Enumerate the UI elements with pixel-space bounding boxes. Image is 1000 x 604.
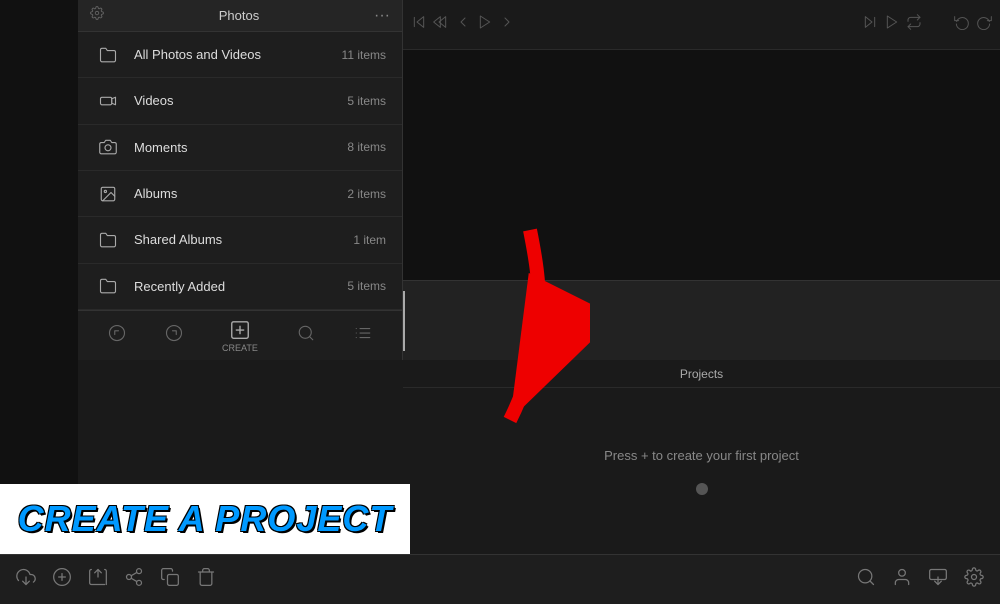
- loop-icon[interactable]: [906, 14, 922, 35]
- play-range-icon[interactable]: [884, 14, 900, 35]
- folder-recent-icon: [94, 277, 122, 295]
- list-view-icon[interactable]: [354, 324, 372, 347]
- undo-icon[interactable]: [954, 14, 970, 35]
- sidebar-item-all-photos[interactable]: All Photos and Videos 11 items: [78, 32, 402, 78]
- projects-empty-state: Press + to create your first project: [403, 388, 1000, 554]
- sidebar: Photos ··· All Photos and Videos 11 item…: [78, 0, 403, 310]
- album-icon: [94, 185, 122, 203]
- redo-icon[interactable]: [976, 14, 992, 35]
- sidebar-item-label: Albums: [134, 186, 347, 201]
- folder-icon: [94, 46, 122, 64]
- search-icon[interactable]: [297, 324, 315, 347]
- bottom-toolbar-right: [856, 567, 984, 592]
- bottom-toolbar-left: [16, 567, 216, 592]
- sidebar-item-videos[interactable]: Videos 5 items: [78, 78, 402, 124]
- add-icon[interactable]: [52, 567, 72, 592]
- create-label: CREATE: [222, 343, 258, 353]
- sidebar-item-albums[interactable]: Albums 2 items: [78, 171, 402, 217]
- sidebar-item-count: 1 item: [353, 233, 386, 247]
- bottom-toolbar: [0, 554, 1000, 604]
- sidebar-item-shared-albums[interactable]: Shared Albums 1 item: [78, 217, 402, 263]
- sidebar-item-label: Moments: [134, 140, 347, 155]
- share-icon[interactable]: [124, 567, 144, 592]
- projects-tab-bar: Projects: [403, 360, 1000, 388]
- download-icon[interactable]: [928, 567, 948, 592]
- projects-area: Projects Press + to create your first pr…: [403, 360, 1000, 554]
- ellipsis-icon[interactable]: ···: [374, 7, 390, 25]
- video-icon: [94, 92, 122, 110]
- skip-to-start-icon[interactable]: [411, 14, 427, 35]
- sidebar-item-recently-added[interactable]: Recently Added 5 items: [78, 264, 402, 310]
- settings-icon[interactable]: [964, 567, 984, 592]
- sidebar-item-label: Recently Added: [134, 279, 347, 294]
- duplicate-icon[interactable]: [160, 567, 180, 592]
- playback-toolbar: [403, 0, 1000, 50]
- projects-tab[interactable]: Projects: [680, 367, 723, 381]
- export-icon[interactable]: [88, 567, 108, 592]
- sidebar-item-count: 5 items: [347, 94, 386, 108]
- frame-forward-icon[interactable]: [499, 14, 515, 35]
- empty-state-text: Press + to create your first project: [604, 448, 799, 463]
- sidebar-item-moments[interactable]: Moments 8 items: [78, 125, 402, 171]
- create-project-banner: CREATE A PROJECT: [0, 484, 410, 554]
- search-bottom-icon[interactable]: [856, 567, 876, 592]
- delete-icon[interactable]: [196, 567, 216, 592]
- sidebar-item-count: 11 items: [342, 48, 386, 62]
- redo-circle-icon[interactable]: [165, 324, 183, 347]
- create-project-text: CREATE A PROJECT: [18, 498, 393, 540]
- sidebar-item-label: All Photos and Videos: [134, 47, 342, 62]
- sidebar-title: Photos: [104, 8, 374, 23]
- user-icon[interactable]: [892, 567, 912, 592]
- timeline-area[interactable]: [403, 280, 1000, 360]
- play-icon[interactable]: [477, 14, 493, 35]
- sidebar-item-count: 2 items: [347, 187, 386, 201]
- sidebar-toolbar: CREATE: [78, 310, 403, 360]
- gear-icon[interactable]: [90, 6, 104, 25]
- sidebar-header: Photos ···: [78, 0, 402, 32]
- sidebar-item-label: Videos: [134, 93, 347, 108]
- import-icon[interactable]: [16, 567, 36, 592]
- skip-to-end-icon[interactable]: [862, 14, 878, 35]
- sidebar-item-count: 5 items: [347, 279, 386, 293]
- page-indicator-dot: [696, 483, 708, 495]
- frame-back-icon[interactable]: [455, 14, 471, 35]
- camera-icon: [94, 138, 122, 156]
- playhead: [403, 291, 405, 351]
- sidebar-item-label: Shared Albums: [134, 232, 353, 247]
- step-back-icon[interactable]: [433, 14, 449, 35]
- create-button[interactable]: CREATE: [222, 319, 258, 353]
- viewer-area: [403, 0, 1000, 360]
- undo-circle-icon[interactable]: [108, 324, 126, 347]
- sidebar-item-count: 8 items: [347, 140, 386, 154]
- folder-shared-icon: [94, 231, 122, 249]
